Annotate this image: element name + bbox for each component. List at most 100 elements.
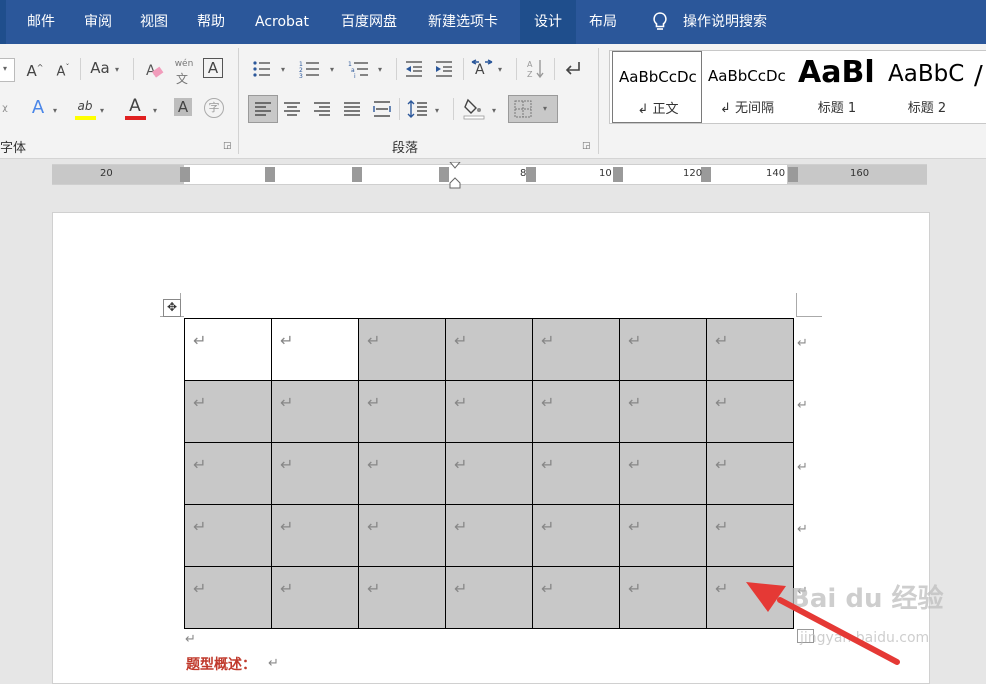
table-cell[interactable]: ↵	[619, 442, 707, 505]
tab-new[interactable]: 新建选项卡	[428, 0, 498, 44]
clear-formatting-icon[interactable]: A	[144, 60, 164, 80]
table-cell[interactable]: ↵	[184, 318, 272, 381]
ruler-column-marker[interactable]	[788, 167, 798, 182]
table-cell[interactable]: ↵	[619, 504, 707, 567]
decrease-indent-icon[interactable]	[404, 59, 424, 79]
table-cell[interactable]: ↵	[619, 380, 707, 443]
style-normal[interactable]: AaBbCcDc ↲ 正文	[612, 51, 702, 123]
table-cell[interactable]: ↵	[271, 504, 359, 567]
justify-icon[interactable]	[341, 98, 363, 120]
chevron-down-icon: ▾	[435, 106, 440, 115]
table-cell[interactable]: ↵	[358, 504, 446, 567]
tab-design[interactable]: 设计	[520, 0, 576, 44]
style-name: ↲ 无间隔	[719, 101, 775, 116]
tell-me-search[interactable]: 操作说明搜索	[683, 0, 767, 44]
table-cell[interactable]: ↵	[184, 442, 272, 505]
paragraph-group-label: 段落	[392, 141, 419, 156]
character-shading-button[interactable]: A	[174, 98, 192, 116]
table-cell[interactable]: ↵	[445, 442, 533, 505]
table-cell[interactable]: ↵	[358, 566, 446, 629]
tab-mailings[interactable]: 邮件	[27, 0, 55, 44]
style-no-spacing[interactable]: AaBbCcDc ↲ 无间隔	[702, 51, 792, 123]
chevron-down-icon: ▾	[378, 65, 383, 74]
tab-baidu-netdisk[interactable]: 百度网盘	[341, 0, 397, 44]
table-cell[interactable]: ↵	[619, 318, 707, 381]
table-cell[interactable]: ↵	[706, 318, 794, 381]
table-cell[interactable]: ↵	[532, 380, 620, 443]
text-effects-button[interactable]: A	[28, 98, 48, 120]
cell-end-mark: ↵	[715, 517, 729, 536]
font-dialog-launcher-icon[interactable]: ◲	[223, 141, 232, 151]
table-cell[interactable]: ↵	[532, 442, 620, 505]
align-center-icon[interactable]	[281, 98, 303, 120]
table-cell[interactable]: ↵	[445, 504, 533, 567]
borders-button[interactable]: ▾	[508, 95, 558, 123]
tab-help[interactable]: 帮助	[197, 0, 225, 44]
cell-end-mark: ↵	[280, 517, 294, 536]
table-cell[interactable]: ↵	[271, 380, 359, 443]
table-cell[interactable]: ↵	[271, 318, 359, 381]
table-cell[interactable]: ↵	[445, 380, 533, 443]
distributed-icon[interactable]	[371, 98, 393, 120]
change-case-button[interactable]: Aa	[89, 58, 111, 80]
paragraph-dialog-launcher-icon[interactable]: ◲	[582, 141, 591, 151]
style-heading-1[interactable]: AaBl 标题 1	[792, 51, 882, 123]
style-heading-2[interactable]: AaBbC 标题 2	[882, 51, 972, 123]
highlight-button[interactable]: ab	[74, 96, 96, 118]
ruler-column-marker[interactable]	[265, 167, 275, 182]
table-cell[interactable]: ↵	[619, 566, 707, 629]
sort-icon[interactable]: A Z	[526, 58, 546, 80]
tab-review[interactable]: 审阅	[84, 0, 112, 44]
table-cell[interactable]: ↵	[532, 566, 620, 629]
chinese-layout-icon[interactable]: A	[471, 58, 493, 80]
bullets-icon[interactable]	[252, 59, 272, 79]
tab-layout[interactable]: 布局	[589, 0, 617, 44]
increase-indent-icon[interactable]	[434, 59, 454, 79]
grow-font-button[interactable]: A^	[25, 58, 45, 80]
font-color-button[interactable]: A	[124, 96, 146, 118]
table-cell[interactable]: ↵	[358, 318, 446, 381]
tab-view[interactable]: 视图	[140, 0, 168, 44]
partial-button[interactable]: ᵡ	[0, 100, 10, 122]
ruler-column-marker[interactable]	[613, 167, 623, 182]
horizontal-ruler[interactable]: 20 8 10 120 140 160	[52, 162, 927, 189]
table-cell[interactable]: ↵	[706, 380, 794, 443]
table-move-handle-icon[interactable]: ✥	[163, 299, 181, 317]
shading-bucket-icon[interactable]	[462, 96, 486, 120]
table-cell[interactable]: ↵	[184, 504, 272, 567]
ruler-column-marker[interactable]	[180, 167, 190, 182]
document-table[interactable]: ↵ ↵ ↵ ↵ ↵ ↵ ↵ ↵ ↵ ↵ ↵ ↵ ↵ ↵ ↵ ↵ ↵ ↵ ↵ ↵ ↵ ↵ ↵ ↵ ↵ ↵ ↵ ↵ ↵ ↵ ↵ ↵ ↵ ↵ ↵	[184, 318, 794, 629]
table-cell[interactable]: ↵	[532, 504, 620, 567]
table-cell[interactable]: ↵	[184, 566, 272, 629]
line-spacing-icon[interactable]	[407, 98, 429, 120]
table-cell[interactable]: ↵	[271, 566, 359, 629]
enclose-characters-button[interactable]: 字	[204, 98, 224, 118]
svg-text:A: A	[527, 60, 533, 69]
table-cell[interactable]: ↵	[271, 442, 359, 505]
indent-marker-icon[interactable]	[448, 162, 462, 190]
table-cell[interactable]: ↵	[445, 566, 533, 629]
show-formatting-marks-icon[interactable]	[563, 59, 583, 79]
character-border-button[interactable]: A	[203, 58, 223, 78]
table-cell[interactable]: ↵	[184, 380, 272, 443]
divider	[554, 58, 555, 80]
ruler-left-margin	[52, 165, 184, 184]
multilevel-list-icon[interactable]: 1 a i	[348, 59, 370, 79]
tab-acrobat[interactable]: Acrobat	[255, 0, 309, 44]
table-cell[interactable]: ↵	[358, 442, 446, 505]
align-right-icon[interactable]	[311, 98, 333, 120]
numbering-icon[interactable]: 1 2 3	[299, 59, 321, 79]
ruler-column-marker[interactable]	[701, 167, 711, 182]
tab-partial[interactable]	[0, 0, 6, 44]
table-cell[interactable]: ↵	[445, 318, 533, 381]
table-cell[interactable]: ↵	[706, 442, 794, 505]
ruler-column-marker[interactable]	[352, 167, 362, 182]
svg-text:i: i	[354, 73, 356, 79]
table-cell[interactable]: ↵	[706, 504, 794, 567]
shrink-font-button[interactable]: Aˇ	[53, 58, 73, 80]
align-left-button[interactable]	[248, 95, 278, 123]
ruler-column-marker[interactable]	[526, 167, 536, 182]
table-cell[interactable]: ↵	[358, 380, 446, 443]
font-size-box[interactable]: ▾	[0, 58, 15, 82]
table-cell[interactable]: ↵	[532, 318, 620, 381]
